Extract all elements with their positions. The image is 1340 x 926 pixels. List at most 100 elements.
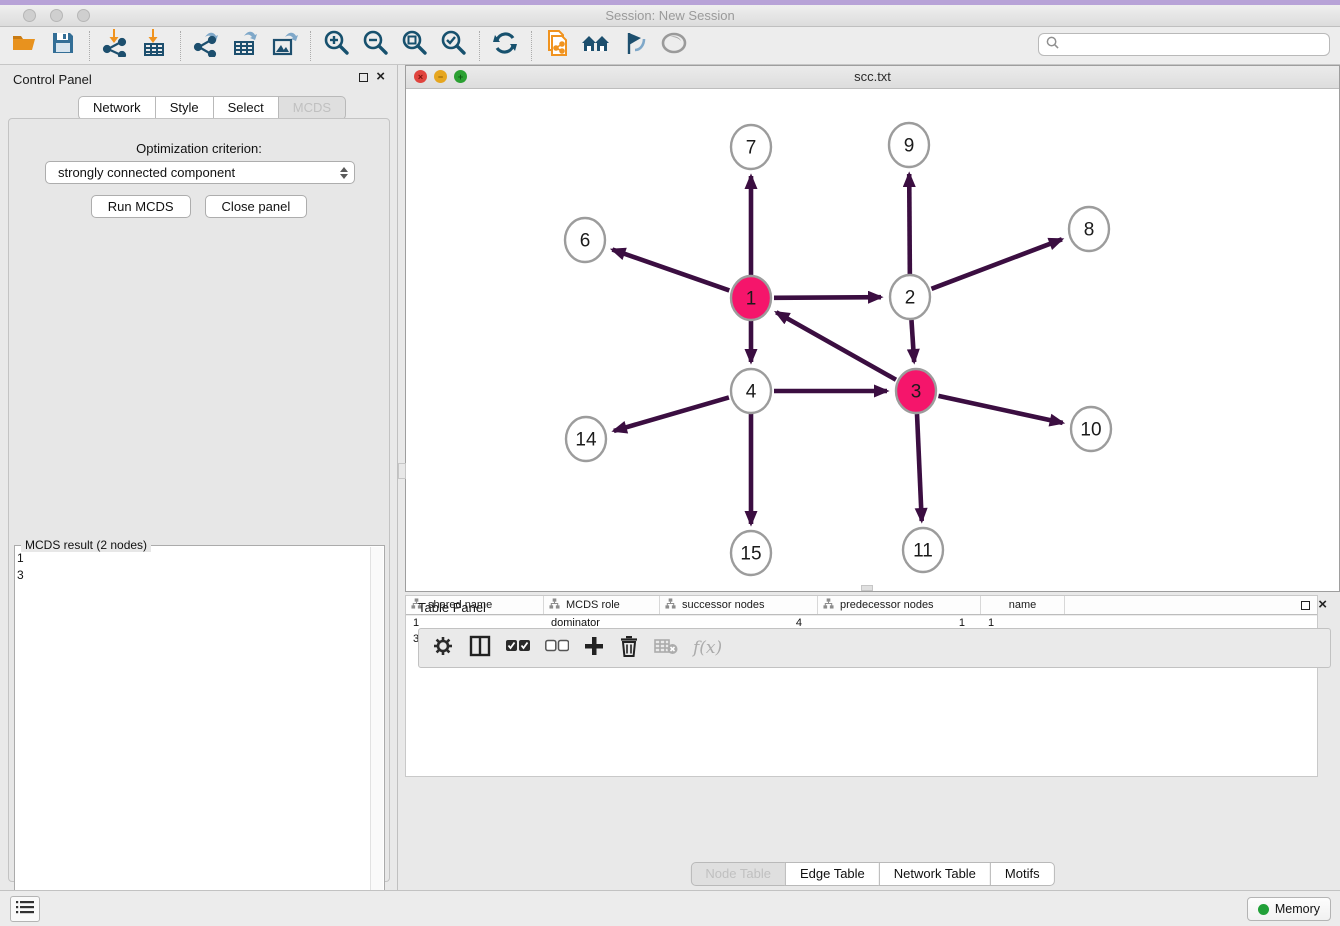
function-builder-icon[interactable]: f(x) [693,638,722,658]
graph-edge-1-2[interactable] [774,297,881,298]
home-button[interactable] [580,30,612,62]
search-icon [1046,36,1059,54]
window-minimize-button[interactable] [50,9,63,22]
tab-mcds[interactable]: MCDS [278,96,346,120]
zoom-fit-button[interactable] [398,30,430,62]
tab-network[interactable]: Network [78,96,156,120]
statusbar: Memory [0,890,1340,926]
tab-style[interactable]: Style [155,96,214,120]
export-network-button[interactable] [190,30,222,62]
result-scrollbar[interactable] [370,547,383,921]
export-network-icon [192,29,220,62]
graph-node-7[interactable]: 7 [731,125,771,169]
float-panel-icon[interactable] [1301,601,1310,610]
delete-table-icon[interactable] [654,637,678,660]
column-header-mcds-role[interactable]: MCDS role [544,596,660,614]
graphics-details-button[interactable] [619,30,651,62]
table-header-row: shared name MCDS role successor nodes pr… [406,596,1317,615]
tab-network-table[interactable]: Network Table [879,862,991,886]
memory-button[interactable]: Memory [1247,897,1331,921]
duplicate-network-button[interactable] [541,30,573,62]
graph-edge-2-9[interactable] [909,174,910,274]
export-table-button[interactable] [229,30,261,62]
graph-node-8[interactable]: 8 [1069,207,1109,251]
network-canvas[interactable]: 7 9 6 8 1 2 4 3 14 10 15 11 [406,89,1339,591]
hierarchy-icon [823,598,834,612]
import-network-button[interactable] [99,30,131,62]
table-panel: Table Panel × f(x) shared name MCDS role… [405,595,1340,890]
close-panel-icon[interactable]: × [1318,600,1327,610]
zoom-in-button[interactable] [320,30,352,62]
open-session-button[interactable] [8,30,40,62]
graph-edge-2-8[interactable] [932,239,1062,289]
network-window-titlebar[interactable]: scc.txt [406,66,1339,89]
graph-edge-3-11[interactable] [917,414,922,521]
graph-node-9[interactable]: 9 [889,123,929,167]
import-table-button[interactable] [138,30,170,62]
app-title: Session: New Session [0,5,1340,26]
graph-node-3[interactable]: 3 [896,369,936,413]
graph-node-1[interactable]: 1 [731,276,771,320]
add-column-icon[interactable] [584,636,604,661]
table-panel-title: Table Panel [418,600,486,615]
export-image-button[interactable] [268,30,300,62]
float-panel-icon[interactable] [359,73,368,82]
panel-splitter-handle[interactable] [398,463,406,479]
svg-text:3: 3 [911,382,922,403]
birds-eye-view-button[interactable] [658,30,690,62]
show-columns-icon[interactable] [469,635,491,662]
network-close-button[interactable]: × [414,70,427,83]
graph-node-2[interactable]: 2 [890,275,930,319]
graph-node-14[interactable]: 14 [566,417,606,461]
network-minimize-button[interactable]: − [434,70,447,83]
save-session-button[interactable] [47,30,79,62]
graph-edge-2-3[interactable] [911,320,914,362]
task-history-button[interactable] [10,896,40,922]
graph-edge-3-10[interactable] [938,396,1062,423]
control-panel: Control Panel × Network Style Select MCD… [0,65,398,890]
panel-splitter-handle[interactable] [861,585,873,591]
table-settings-icon[interactable] [432,635,454,662]
svg-text:11: 11 [913,541,933,562]
svg-text:15: 15 [740,544,761,565]
window-zoom-button[interactable] [77,9,90,22]
select-all-columns-icon[interactable] [506,639,530,658]
network-maximize-button[interactable]: + [454,70,467,83]
graph-edge-1-6[interactable] [612,250,729,291]
close-panel-icon[interactable]: × [376,72,385,82]
delete-columns-icon[interactable] [619,635,639,662]
mcds-tab-content: Optimization criterion: strongly connect… [8,118,390,882]
tab-node-table[interactable]: Node Table [690,862,786,886]
graph-node-6[interactable]: 6 [565,218,605,262]
control-panel-tabs: Network Style Select MCDS [78,96,346,120]
graph-node-4[interactable]: 4 [731,369,771,413]
column-header-predecessor-nodes[interactable]: predecessor nodes [818,596,981,614]
zoom-selected-button[interactable] [437,30,469,62]
graph-edge-4-14[interactable] [614,397,729,430]
svg-text:2: 2 [905,288,916,309]
result-line: 3 [17,567,24,584]
graph-edge-3-1[interactable] [776,312,896,379]
column-header-name[interactable]: name [981,596,1065,614]
tab-edge-table[interactable]: Edge Table [785,862,880,886]
unselect-all-columns-icon[interactable] [545,639,569,658]
home-houses-icon [581,30,611,61]
tab-motifs[interactable]: Motifs [990,862,1055,886]
zoom-out-button[interactable] [359,30,391,62]
graph-node-15[interactable]: 15 [731,531,771,575]
criterion-select[interactable]: strongly connected component [45,161,355,184]
close-panel-button[interactable]: Close panel [205,195,308,218]
window-close-button[interactable] [23,9,36,22]
result-line: 1 [17,550,24,567]
toolbar-separator [479,31,480,61]
tab-select[interactable]: Select [213,96,279,120]
birds-eye-icon [660,31,688,60]
search-field[interactable] [1038,33,1330,56]
graph-node-11[interactable]: 11 [903,528,943,572]
search-input[interactable] [1064,36,1329,54]
refresh-layout-button[interactable] [489,30,521,62]
mcds-result-text[interactable]: 1 3 [17,550,24,584]
graph-node-10[interactable]: 10 [1071,407,1111,451]
run-mcds-button[interactable]: Run MCDS [91,195,191,218]
column-header-successor-nodes[interactable]: successor nodes [660,596,818,614]
